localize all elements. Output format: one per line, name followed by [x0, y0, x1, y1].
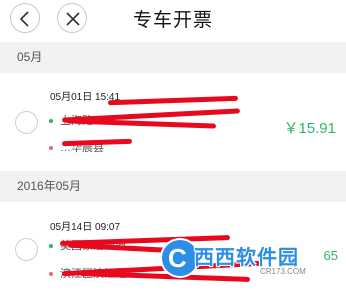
trip-datetime: 05月14日 09:07: [50, 222, 121, 233]
section-header: 05月: [0, 42, 346, 73]
select-radio[interactable]: [15, 238, 38, 261]
trip-item[interactable]: 05月01日 15:41 上海路… …华晨县 ￥15.91: [0, 73, 346, 171]
redaction-mark: [107, 95, 239, 106]
section-header: 2016年05月: [0, 171, 346, 202]
watermark-logo: C 西西软件园 CR173.COM: [160, 233, 340, 285]
end-dot-icon: [49, 146, 53, 150]
watermark-url: CR173.COM: [260, 267, 306, 276]
end-dot-icon: [49, 272, 53, 276]
start-dot-icon: [49, 244, 53, 248]
start-dot-icon: [49, 119, 53, 123]
page-title: 专车开票: [132, 10, 213, 31]
watermark-brand: 西西软件园: [194, 247, 299, 269]
navbar: 专车开票: [0, 0, 346, 36]
select-radio[interactable]: [15, 111, 38, 134]
trip-price: ￥15.91: [283, 120, 336, 137]
